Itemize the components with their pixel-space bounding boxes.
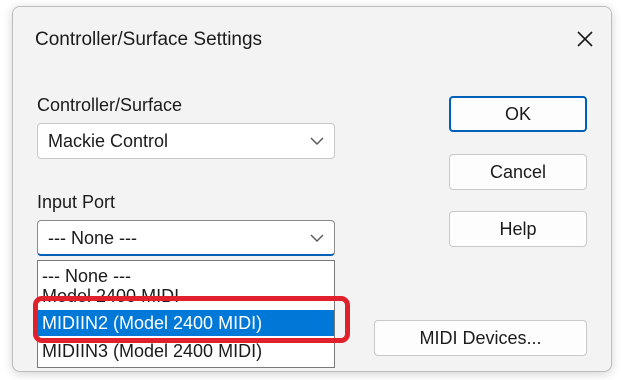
midi-devices-button[interactable]: MIDI Devices... [374, 320, 587, 356]
input-port-select[interactable]: --- None --- [37, 220, 335, 256]
cancel-button[interactable]: Cancel [449, 154, 587, 190]
controller-surface-value: Mackie Control [48, 131, 169, 151]
dropdown-option-midiin3[interactable]: MIDIIN3 (Model 2400 MIDI) [38, 341, 334, 361]
input-port-value: --- None --- [48, 228, 137, 248]
input-port-label: Input Port [37, 192, 116, 212]
dialog-title: Controller/Surface Settings [35, 29, 263, 50]
ok-button[interactable]: OK [449, 96, 587, 132]
title-bar: Controller/Surface Settings [13, 7, 611, 79]
input-port-dropdown-list: --- None --- Model 2400 MIDI MIDIIN2 (Mo… [37, 260, 335, 368]
dropdown-option-model-2400-midi[interactable]: Model 2400 MIDI [38, 283, 334, 306]
dropdown-option-midiin2[interactable]: MIDIIN2 (Model 2400 MIDI) [38, 310, 334, 336]
chevron-down-icon [310, 234, 324, 242]
controller-surface-label: Controller/Surface [37, 95, 183, 115]
help-button[interactable]: Help [449, 211, 587, 247]
chevron-down-icon [310, 137, 324, 145]
controller-surface-select[interactable]: Mackie Control [37, 123, 335, 159]
controller-surface-settings-dialog: Controller/Surface Settings Controller/S… [12, 6, 612, 372]
close-icon[interactable] [571, 25, 599, 53]
